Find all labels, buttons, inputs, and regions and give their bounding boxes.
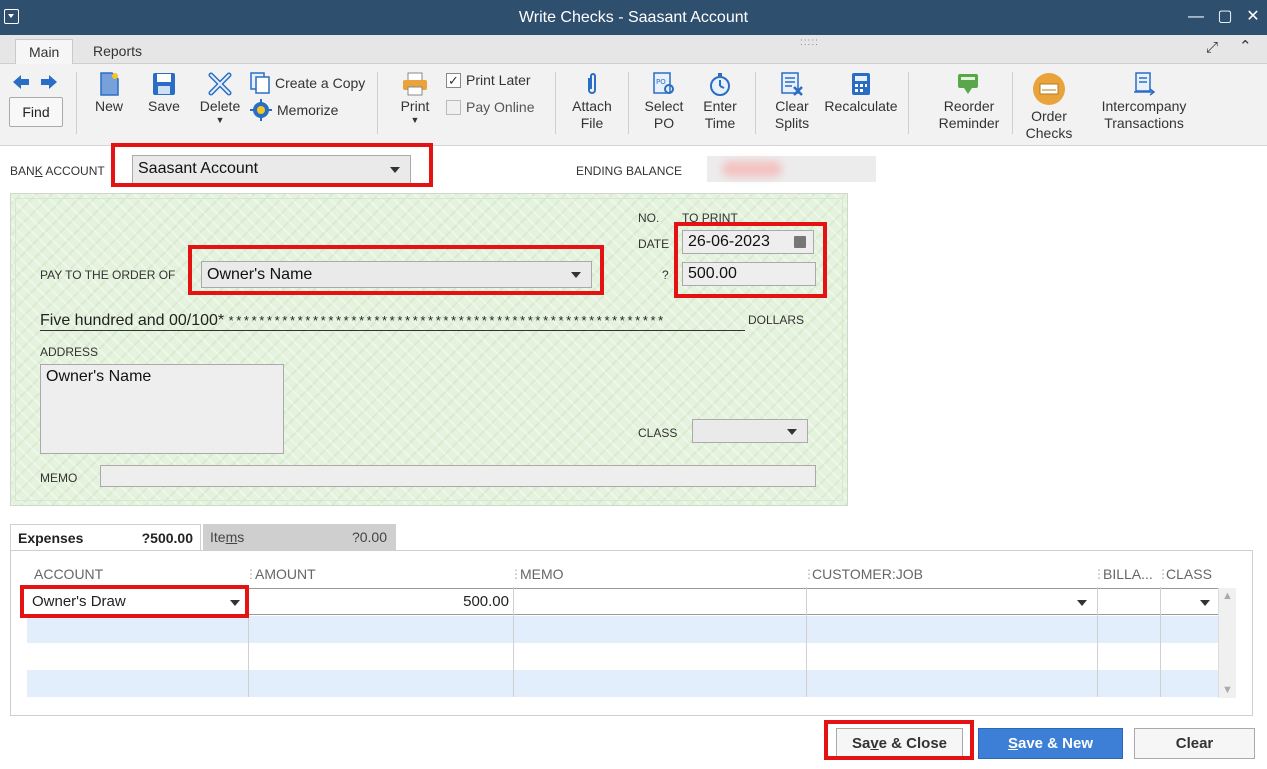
- create-copy-button[interactable]: Create a Copy: [250, 72, 365, 94]
- delete-x-icon: [208, 72, 232, 96]
- reorder-reminder-button[interactable]: Reorder Reminder: [934, 72, 1004, 132]
- calculator-icon: [852, 73, 870, 95]
- save-button[interactable]: Save: [146, 72, 182, 115]
- next-arrow-icon[interactable]: [40, 74, 58, 90]
- collapse-ribbon-icon[interactable]: ⌃: [1239, 37, 1252, 55]
- expenses-grid: ACCOUNT ⋮ AMOUNT ⋮ MEMO ⋮ CUSTOMER:JOB ⋮…: [10, 550, 1253, 716]
- column-header-class[interactable]: CLASS: [1166, 566, 1212, 582]
- amount-cell[interactable]: 500.00: [249, 593, 509, 610]
- check-number-label: NO.: [638, 211, 660, 225]
- new-document-icon: [100, 72, 119, 96]
- column-header-customer-job[interactable]: CUSTOMER:JOB: [812, 566, 923, 582]
- paperclip-icon: [588, 73, 596, 94]
- new-button[interactable]: New: [92, 72, 126, 115]
- print-later-checkbox[interactable]: ✓ Print Later: [446, 72, 531, 88]
- memorize-icon: [250, 99, 272, 121]
- toolbar: Find New Save Delete ▼ Create a Copy Mem…: [0, 64, 1267, 146]
- enter-time-button[interactable]: Enter Time: [698, 72, 742, 132]
- amount-label: ?: [662, 268, 669, 282]
- column-header-memo[interactable]: MEMO: [520, 566, 564, 582]
- column-header-account[interactable]: ACCOUNT: [34, 566, 103, 582]
- printer-icon: [403, 72, 427, 96]
- table-row[interactable]: [27, 670, 1218, 697]
- highlight-payee: [188, 245, 604, 295]
- highlight-date-amount: [674, 222, 827, 298]
- grid-scrollbar[interactable]: ▲ ▼: [1218, 588, 1236, 698]
- pay-online-checkbox[interactable]: Pay Online: [446, 99, 534, 115]
- highlight-save-close: [824, 720, 974, 760]
- clear-splits-icon: [781, 72, 803, 96]
- order-checks-button[interactable]: Order Checks: [1022, 72, 1076, 142]
- svg-text:PO: PO: [656, 78, 666, 86]
- recalculate-button[interactable]: Recalculate: [822, 72, 900, 115]
- chevron-down-icon[interactable]: [1200, 600, 1210, 606]
- dollars-label: DOLLARS: [748, 313, 805, 327]
- checkbox-unchecked-icon[interactable]: [446, 99, 461, 115]
- save-disk-icon: [153, 73, 175, 95]
- close-icon[interactable]: ✕: [1241, 6, 1265, 28]
- delete-dropdown-icon[interactable]: ▼: [197, 115, 243, 125]
- date-label: DATE: [638, 237, 670, 251]
- column-header-billable[interactable]: BILLA...: [1103, 566, 1153, 582]
- memo-label: MEMO: [40, 471, 78, 485]
- title-bar: Write Checks - Saasant Account — ▢ ✕: [0, 0, 1267, 35]
- pay-to-label: PAY TO THE ORDER OF: [40, 268, 176, 282]
- previous-arrow-icon[interactable]: [12, 74, 30, 90]
- scroll-up-icon[interactable]: ▲: [1222, 590, 1233, 602]
- checkbox-checked-icon[interactable]: ✓: [446, 72, 461, 88]
- chevron-down-icon[interactable]: [1077, 600, 1087, 606]
- column-header-amount[interactable]: AMOUNT: [255, 566, 316, 582]
- print-button[interactable]: Print ▼: [397, 72, 433, 125]
- save-new-button[interactable]: Save & New: [978, 728, 1123, 759]
- copy-icon: [250, 72, 270, 94]
- chevron-down-icon[interactable]: [787, 429, 797, 435]
- print-dropdown-icon[interactable]: ▼: [397, 115, 433, 125]
- amount-words: Five hundred and 00/100* * * * * * * * *…: [40, 312, 745, 331]
- class-dropdown[interactable]: [692, 419, 808, 443]
- purchase-order-icon: PO: [653, 72, 674, 94]
- stopwatch-icon: [710, 73, 730, 96]
- tab-items[interactable]: Items ?0.00: [203, 524, 396, 550]
- order-checks-icon: [1033, 73, 1065, 105]
- select-po-button[interactable]: PO Select PO: [640, 72, 688, 132]
- attach-file-button[interactable]: Attach File: [567, 72, 617, 132]
- toolbar-grip-icon[interactable]: :::::: [800, 37, 819, 48]
- memorize-button[interactable]: Memorize: [250, 99, 338, 121]
- find-button[interactable]: Find: [9, 97, 63, 127]
- maximize-icon[interactable]: ▢: [1213, 6, 1237, 28]
- ribbon-tabs: Main Reports ::::: ⤢ ⌃: [0, 35, 1267, 65]
- memo-field[interactable]: [100, 465, 816, 487]
- reorder-reminder-icon: [958, 74, 978, 94]
- clear-button[interactable]: Clear: [1134, 728, 1255, 759]
- highlight-bank-account: [111, 143, 433, 187]
- tab-main[interactable]: Main: [15, 39, 74, 65]
- minimize-icon[interactable]: —: [1184, 6, 1208, 28]
- expand-icon[interactable]: ⤢: [1206, 39, 1218, 56]
- address-label: ADDRESS: [40, 345, 99, 359]
- ending-balance-value: [707, 156, 876, 182]
- tab-expenses[interactable]: Expenses ?500.00: [10, 524, 201, 550]
- highlight-account: [20, 585, 249, 618]
- scroll-down-icon[interactable]: ▼: [1222, 684, 1233, 696]
- address-field[interactable]: Owner's Name: [40, 364, 284, 454]
- class-label: CLASS: [638, 426, 678, 440]
- table-row[interactable]: [27, 643, 1218, 670]
- tab-reports[interactable]: Reports: [80, 39, 155, 65]
- table-row[interactable]: [27, 616, 1218, 643]
- intercompany-transactions-button[interactable]: Intercompany Transactions: [1098, 72, 1190, 132]
- bank-account-label: BANK ACCOUNT: [10, 164, 105, 178]
- ending-balance-label: ENDING BALANCE: [576, 164, 683, 178]
- clear-splits-button[interactable]: Clear Splits: [768, 72, 816, 132]
- delete-button[interactable]: Delete ▼: [197, 72, 243, 125]
- intercompany-icon: [1134, 72, 1156, 96]
- redacted-balance: [722, 161, 782, 177]
- window-title: Write Checks - Saasant Account: [518, 9, 749, 26]
